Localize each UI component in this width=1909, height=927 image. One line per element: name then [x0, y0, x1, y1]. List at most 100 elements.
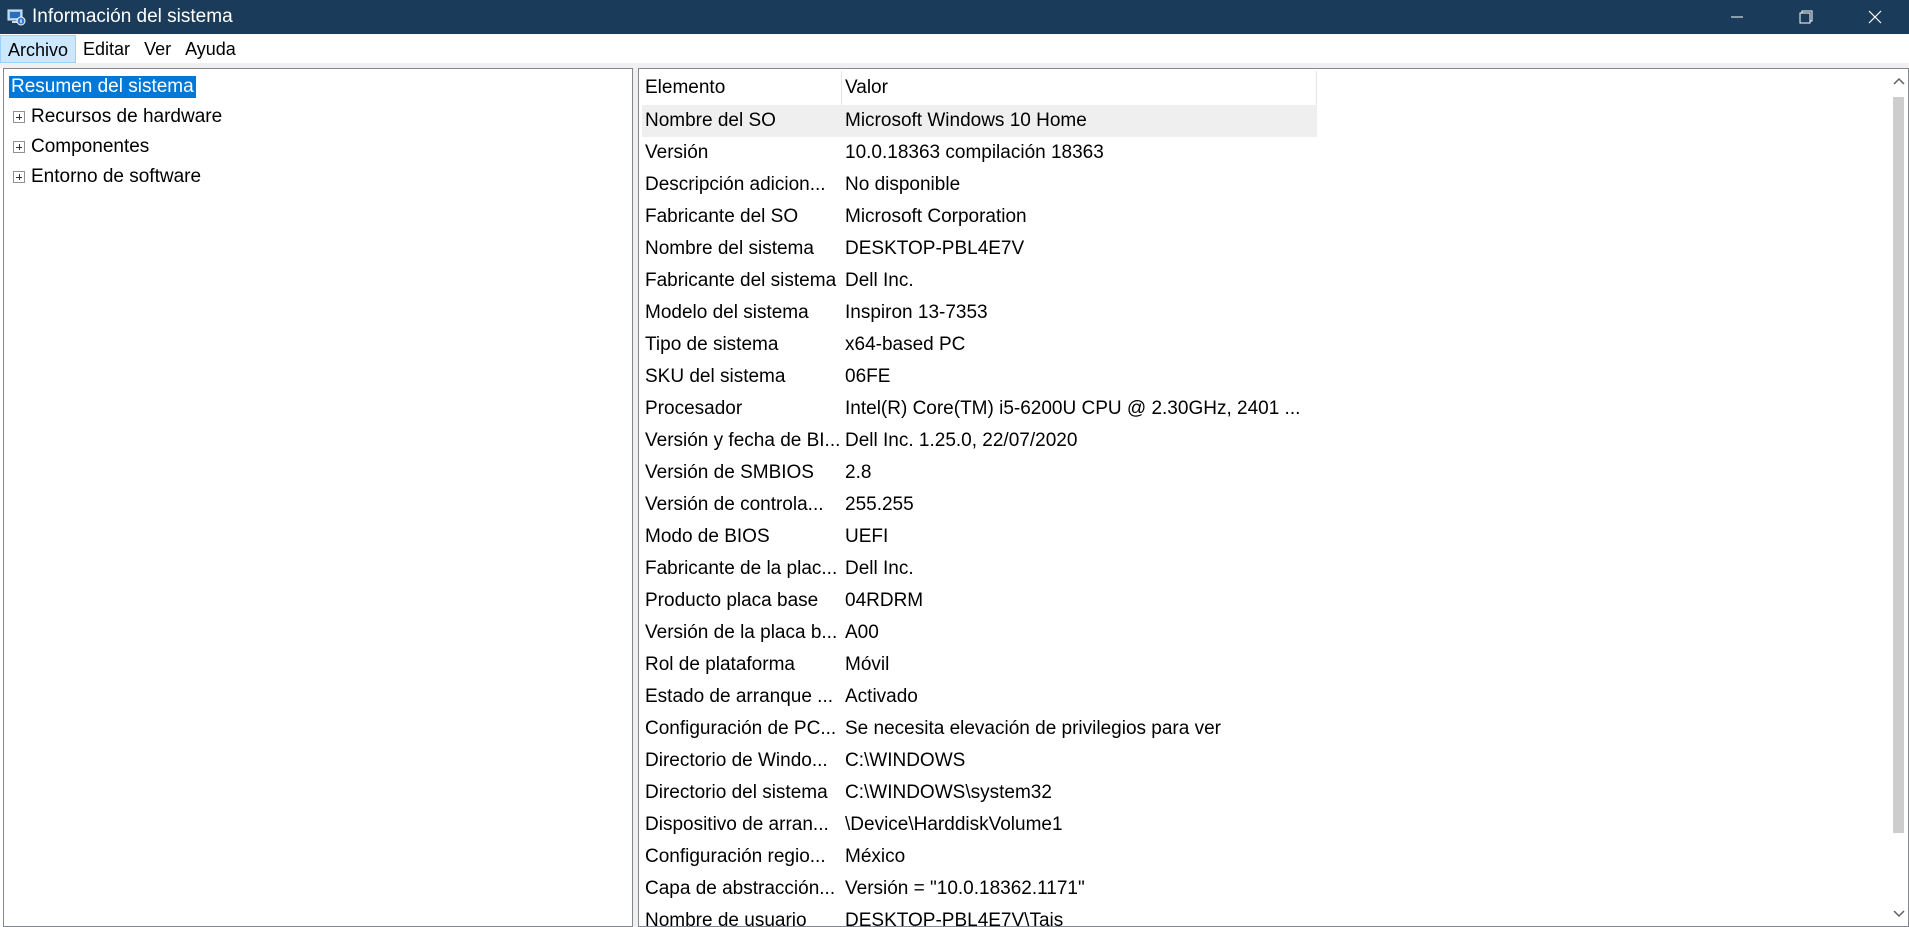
tree-item-componentes[interactable]: Componentes — [4, 133, 149, 161]
list-header: Elemento Valor — [642, 71, 1317, 105]
cell-valor: No disponible — [845, 174, 961, 195]
cell-elemento: Versión de controla... — [645, 494, 824, 515]
table-row[interactable]: Nombre del sistema DESKTOP-PBL4E7V — [642, 233, 1317, 265]
table-row[interactable]: Procesador Intel(R) Core(TM) i5-6200U CPU… — [642, 393, 1317, 425]
cell-elemento: Tipo de sistema — [645, 334, 779, 355]
tree-item-label: Componentes — [31, 136, 150, 157]
close-button[interactable] — [1840, 0, 1909, 34]
close-icon — [1868, 10, 1881, 24]
table-row[interactable]: Versión de controla... 255.255 — [642, 489, 1317, 521]
cell-elemento: SKU del sistema — [645, 366, 786, 387]
chevron-down-icon — [1892, 910, 1905, 918]
menu-ayuda[interactable]: Ayuda — [178, 35, 243, 63]
details-list[interactable]: Elemento Valor Nombre del SO Microsoft Wi… — [638, 68, 1909, 927]
table-row[interactable]: Configuración de PC... Se necesita elevac… — [642, 713, 1317, 745]
menu-ver[interactable]: Ver — [137, 35, 178, 63]
column-header-valor[interactable]: Valor — [842, 71, 1317, 105]
table-row[interactable]: Modo de BIOS UEFI — [642, 521, 1317, 553]
table-row[interactable]: Tipo de sistema x64-based PC — [642, 329, 1317, 361]
table-row[interactable]: Descripción adicion... No disponible — [642, 169, 1317, 201]
list-rows: Nombre del SO Microsoft Windows 10 Home Ve… — [642, 105, 1317, 927]
cell-valor: 255.255 — [845, 494, 914, 515]
cell-valor: C:\WINDOWS\system32 — [845, 782, 1052, 803]
cell-elemento: Modelo del sistema — [645, 302, 809, 323]
cell-elemento: Rol de plataforma — [645, 654, 795, 675]
cell-elemento: Directorio del sistema — [645, 782, 828, 803]
minimize-button[interactable] — [1702, 0, 1771, 34]
tree-item-label: Recursos de hardware — [31, 106, 223, 127]
table-row[interactable]: Fabricante de la plac... Dell Inc. — [642, 553, 1317, 585]
cell-elemento: Descripción adicion... — [645, 174, 826, 195]
cell-elemento: Versión y fecha de BI... — [645, 430, 841, 451]
cell-elemento: Nombre del sistema — [645, 238, 814, 259]
table-row[interactable]: Configuración regio... México — [642, 841, 1317, 873]
cell-elemento: Dispositivo de arran... — [645, 814, 829, 835]
cell-elemento: Nombre del SO — [645, 110, 776, 131]
table-row[interactable]: Dispositivo de arran... \Device\HarddiskV… — [642, 809, 1317, 841]
table-row[interactable]: Nombre del SO Microsoft Windows 10 Home — [642, 105, 1317, 137]
table-row[interactable]: Fabricante del SO Microsoft Corporation — [642, 201, 1317, 233]
table-row[interactable]: Versión 10.0.18363 compilación 18363 — [642, 137, 1317, 169]
cell-valor: UEFI — [845, 526, 889, 547]
table-row[interactable]: Directorio del sistema C:\WINDOWS\system3… — [642, 777, 1317, 809]
scroll-thumb[interactable] — [1893, 97, 1904, 833]
expand-icon[interactable] — [13, 111, 25, 123]
column-header-elemento[interactable]: Elemento — [642, 71, 842, 105]
tree-item-recursos-hardware[interactable]: Recursos de hardware — [4, 103, 222, 131]
table-row[interactable]: Estado de arranque ... Activado — [642, 681, 1317, 713]
table-row[interactable]: Versión y fecha de BI... Dell Inc. 1.25.0… — [642, 425, 1317, 457]
title-bar: Información del sistema — [0, 0, 1909, 34]
menu-bar: Archivo Editar Ver Ayuda — [0, 34, 1909, 64]
cell-elemento: Fabricante del sistema — [645, 270, 837, 291]
cell-elemento: Producto placa base — [645, 590, 819, 611]
cell-valor: Microsoft Windows 10 Home — [845, 110, 1087, 131]
cell-elemento: Nombre de usuario — [645, 910, 807, 927]
category-tree[interactable]: Resumen del sistema Recursos de hardware… — [3, 68, 633, 927]
table-row[interactable]: Rol de plataforma Móvil — [642, 649, 1317, 681]
cell-valor: 2.8 — [845, 462, 872, 483]
cell-elemento: Versión de la placa b... — [645, 622, 838, 643]
table-row[interactable]: Fabricante del sistema Dell Inc. — [642, 265, 1317, 297]
table-row[interactable]: SKU del sistema 06FE — [642, 361, 1317, 393]
cell-valor: Inspiron 13-7353 — [845, 302, 988, 323]
cell-valor: A00 — [845, 622, 879, 643]
cell-valor: Móvil — [845, 654, 890, 675]
scroll-down-button[interactable] — [1889, 904, 1908, 924]
cell-elemento: Directorio de Windo... — [645, 750, 828, 771]
cell-elemento: Versión de SMBIOS — [645, 462, 814, 483]
tree-item-resumen[interactable]: Resumen del sistema — [9, 73, 196, 101]
cell-elemento: Fabricante del SO — [645, 206, 799, 227]
table-row[interactable]: Versión de la placa b... A00 — [642, 617, 1317, 649]
menu-archivo[interactable]: Archivo — [0, 34, 77, 63]
cell-valor: Microsoft Corporation — [845, 206, 1027, 227]
expand-icon[interactable] — [13, 141, 25, 153]
table-row[interactable]: Modelo del sistema Inspiron 13-7353 — [642, 297, 1317, 329]
cell-valor: 10.0.18363 compilación 18363 — [845, 142, 1104, 163]
table-row[interactable]: Directorio de Windo... C:\WINDOWS — [642, 745, 1317, 777]
cell-elemento: Fabricante de la plac... — [645, 558, 838, 579]
cell-valor: DESKTOP-PBL4E7V\Tais — [845, 910, 1064, 927]
table-row[interactable]: Capa de abstracción... Versión = "10.0.18… — [642, 873, 1317, 905]
tree-item-label: Entorno de software — [31, 166, 202, 187]
window-controls — [1702, 0, 1909, 34]
menu-editar[interactable]: Editar — [76, 35, 137, 63]
cell-elemento: Estado de arranque ... — [645, 686, 834, 707]
cell-valor: Dell Inc. — [845, 270, 914, 291]
cell-valor: Dell Inc. — [845, 558, 914, 579]
cell-valor: 06FE — [845, 366, 891, 387]
table-row[interactable]: Versión de SMBIOS 2.8 — [642, 457, 1317, 489]
cell-valor: Se necesita elevación de privilegios par… — [845, 718, 1221, 739]
table-row[interactable]: Nombre de usuario DESKTOP-PBL4E7V\Tais — [642, 905, 1317, 927]
cell-elemento: Configuración de PC... — [645, 718, 837, 739]
tree-item-entorno-software[interactable]: Entorno de software — [4, 163, 201, 191]
vertical-scrollbar[interactable] — [1889, 69, 1908, 926]
tree-item-label: Resumen del sistema — [9, 76, 196, 98]
table-row[interactable]: Producto placa base 04RDRM — [642, 585, 1317, 617]
restore-button[interactable] — [1771, 0, 1840, 34]
scroll-up-button[interactable] — [1889, 71, 1908, 91]
expand-icon[interactable] — [13, 171, 25, 183]
cell-valor: C:\WINDOWS — [845, 750, 966, 771]
cell-valor: \Device\HarddiskVolume1 — [845, 814, 1063, 835]
cell-elemento: Modo de BIOS — [645, 526, 770, 547]
restore-icon — [1799, 10, 1812, 24]
